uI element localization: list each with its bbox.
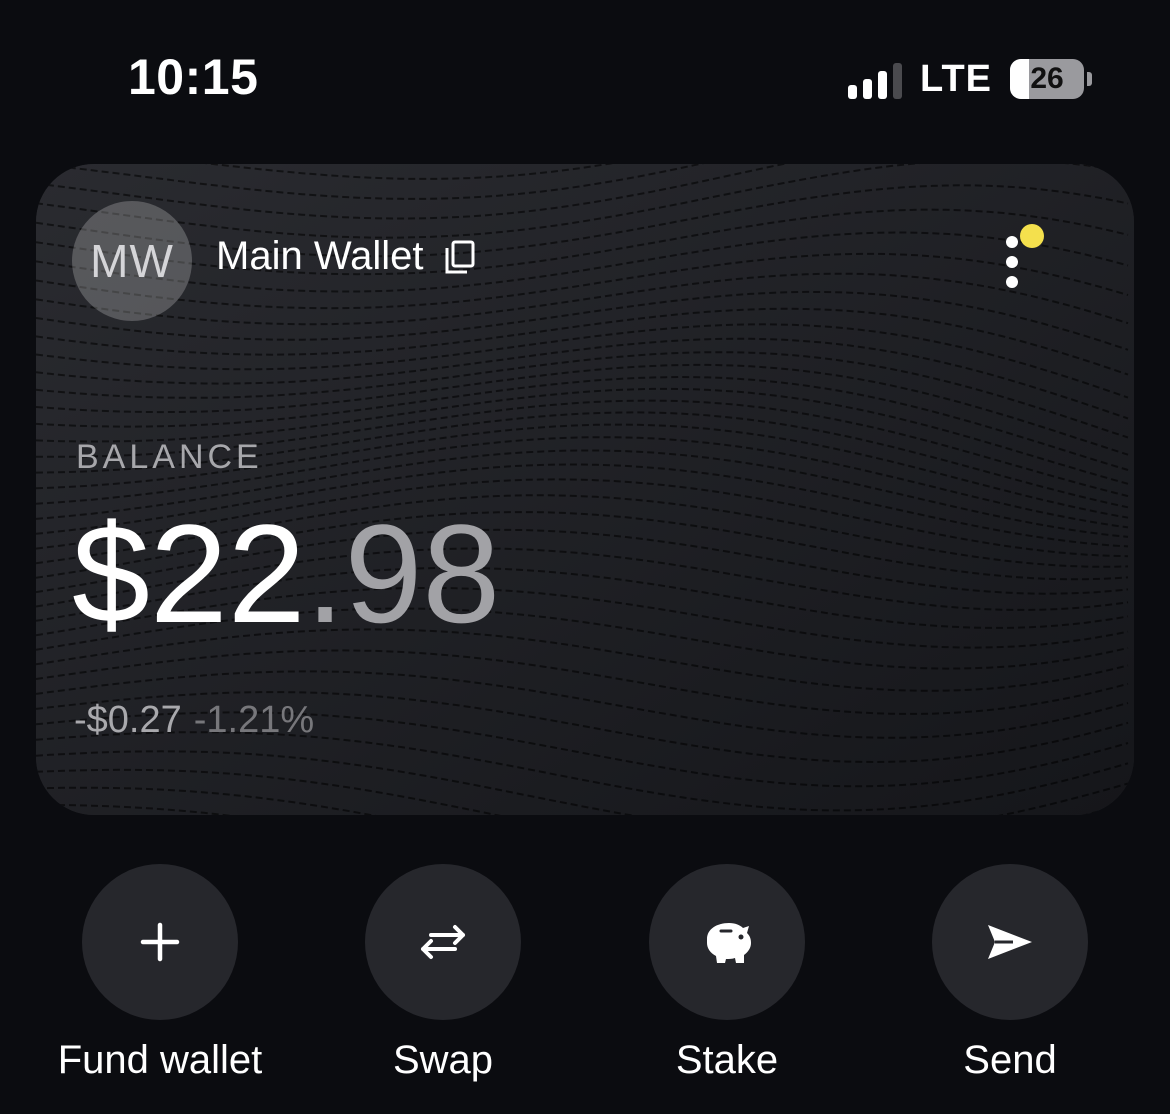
swap-button[interactable]: Swap xyxy=(293,864,593,1083)
network-type: LTE xyxy=(920,57,992,100)
status-bar: 10:15 LTE 26 xyxy=(0,0,1170,150)
wallet-card[interactable]: MW Main Wallet BALANCE $22.98 -$0.27 -1.2… xyxy=(36,164,1134,815)
wallet-avatar[interactable]: MW xyxy=(72,201,192,321)
signal-icon xyxy=(848,59,903,99)
battery-icon: 26 xyxy=(1010,59,1092,99)
wallet-screen: 10:15 LTE 26 MW Main Wallet BALANCE $22.… xyxy=(0,0,1170,1114)
status-indicators: LTE 26 xyxy=(848,56,1092,102)
more-dots-icon xyxy=(1006,236,1018,248)
status-time: 10:15 xyxy=(128,49,259,105)
balance-cents: .98 xyxy=(305,495,501,652)
balance-change: -$0.27 -1.21% xyxy=(74,699,314,742)
stake-circle[interactable] xyxy=(649,864,805,1020)
swap-arrows-icon xyxy=(421,925,465,959)
copy-icon[interactable] xyxy=(443,239,477,275)
change-amount: -$0.27 xyxy=(74,699,182,741)
wallet-name-row[interactable]: Main Wallet xyxy=(216,234,477,279)
fund-wallet-circle[interactable] xyxy=(82,864,238,1020)
stake-button[interactable]: Stake xyxy=(577,864,877,1083)
change-percent: -1.21% xyxy=(193,699,315,741)
swap-label: Swap xyxy=(392,1038,494,1082)
swap-circle[interactable] xyxy=(365,864,521,1020)
send-button[interactable]: Send xyxy=(860,864,1160,1083)
wallet-name[interactable]: Main Wallet xyxy=(216,234,423,279)
more-options-button[interactable] xyxy=(1004,222,1064,292)
plus-icon xyxy=(140,922,180,962)
balance-amount: $22.98 xyxy=(72,504,500,644)
balance-dollars: $22 xyxy=(72,495,306,652)
notification-dot xyxy=(1020,224,1044,248)
quick-actions: Fund wallet Swap Stake Send xyxy=(0,864,1170,1114)
balance-label: BALANCE xyxy=(76,438,263,476)
piggy-bank-icon xyxy=(707,923,751,963)
fund-wallet-button[interactable]: Fund wallet xyxy=(10,864,310,1083)
stake-label: Stake xyxy=(675,1038,779,1082)
send-icon xyxy=(988,925,1032,959)
fund-wallet-label: Fund wallet xyxy=(57,1038,263,1082)
send-label: Send xyxy=(963,1038,1057,1082)
send-circle[interactable] xyxy=(932,864,1088,1020)
battery-level: 26 xyxy=(1030,62,1064,95)
